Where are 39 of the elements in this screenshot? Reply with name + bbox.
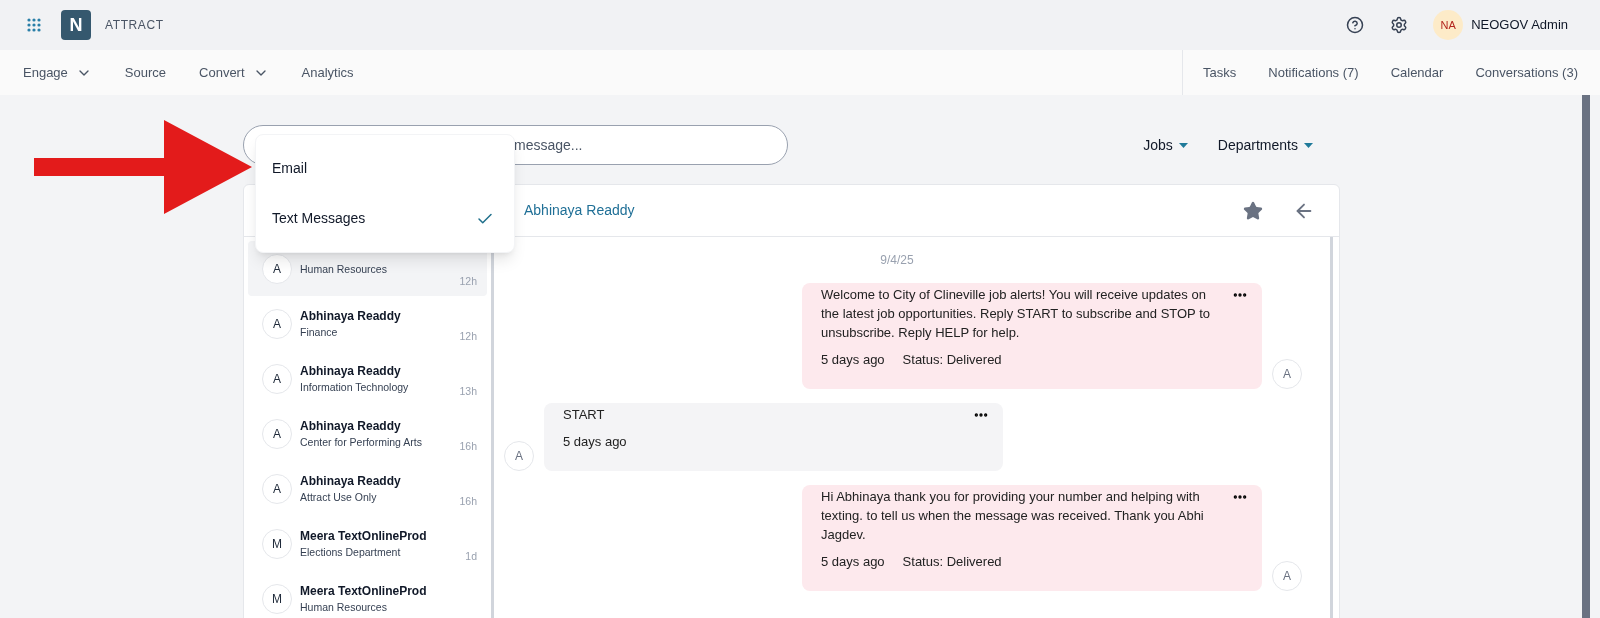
time-ago: 12h [459, 274, 477, 290]
contact-name: Abhinaya Readdy [300, 472, 401, 489]
avatar: M [262, 528, 292, 559]
avatar: A [262, 473, 292, 504]
message-time: 5 days ago [821, 553, 885, 571]
avatar: A [1272, 561, 1302, 591]
avatar: A [504, 441, 534, 471]
contact-name: Abhinaya Readdy [300, 362, 402, 379]
message-text: Hi Abhinaya thank you for providing your number and helping with texting. to tell us when the message was received. Thank you Abhi Jagdev. [821, 488, 1205, 544]
department: Attract Use Only [300, 489, 378, 505]
avatar: A [262, 253, 292, 284]
time-ago: 1d [465, 549, 477, 565]
department: Center for Performing Arts [300, 434, 422, 450]
app-name: ATTRACT [105, 17, 164, 34]
avatar: A [262, 418, 292, 449]
contact-name: Abhinaya Readdy [300, 417, 402, 434]
department: Finance [300, 324, 339, 340]
date-label: 9/4/25 [880, 252, 914, 269]
avatar: A [262, 363, 292, 394]
time-ago: 13h [459, 384, 477, 400]
time-ago: 12h [459, 329, 477, 345]
time-ago: 16h [459, 439, 477, 455]
department: Elections Department [300, 544, 402, 560]
message-status: Status: Delivered [902, 553, 1002, 571]
message-status: Status: Delivered [902, 351, 1002, 369]
contact-name: Meera TextOnlineProd [300, 582, 427, 599]
time-ago: 16h [459, 494, 477, 510]
message-time: 5 days ago [821, 351, 885, 369]
department: Information Technology [300, 379, 409, 395]
message-text: START [563, 406, 606, 424]
avatar: A [262, 308, 292, 339]
avatar: A [1272, 359, 1302, 389]
contact-name: Abhinaya Readdy [300, 307, 401, 324]
contact-name: Meera TextOnlineProd [300, 527, 427, 544]
message-time: 5 days ago [563, 433, 627, 451]
avatar: M [262, 583, 292, 614]
message-text: Welcome to City of Clineville job alerts! You will receive updates on the latest job opportunities. Reply START to subscribe and STOP to unsubscribe. Reply HELP for help. [821, 286, 1211, 342]
department: Human Resources [300, 599, 388, 615]
department: Human Resources [300, 261, 387, 277]
